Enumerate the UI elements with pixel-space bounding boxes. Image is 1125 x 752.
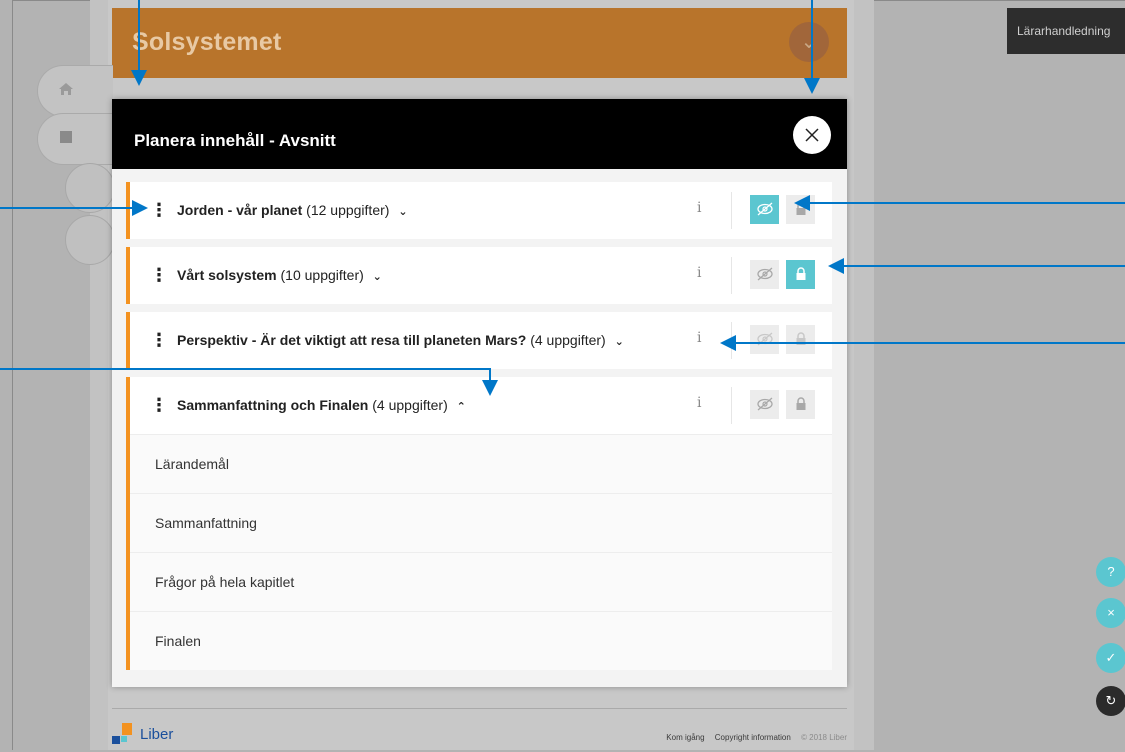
- chevron-up-icon[interactable]: ⌃: [457, 400, 466, 413]
- lock-icon: [796, 397, 805, 410]
- eye-slash-icon: [756, 332, 773, 346]
- close-button[interactable]: [793, 116, 831, 154]
- eye-slash-icon: [756, 202, 773, 216]
- section-count: (4 uppgifter): [530, 332, 606, 348]
- section-count: (4 uppgifter): [372, 397, 448, 413]
- hide-toggle-button[interactable]: [750, 325, 779, 354]
- section-item: ⋮ Perspektiv - Är det viktigt att resa t…: [126, 312, 832, 369]
- home-tab[interactable]: [37, 65, 113, 117]
- lock-icon: [796, 267, 805, 280]
- close-fab-button[interactable]: ×: [1096, 598, 1125, 628]
- section-count: (10 uppgifter): [280, 267, 364, 283]
- sub-item[interactable]: Lärandemål: [130, 434, 832, 493]
- chevron-down-icon[interactable]: ⌄: [398, 205, 407, 218]
- lock-toggle-button[interactable]: [786, 260, 815, 289]
- eye-slash-icon: [756, 397, 773, 411]
- help-button[interactable]: ?: [1096, 557, 1125, 587]
- book-header: Solsystemet ⌄: [112, 8, 847, 78]
- footer: Liber Kom igång Copyright information © …: [112, 708, 847, 751]
- side-circle-button[interactable]: [65, 163, 115, 213]
- chevron-down-icon[interactable]: ⌄: [615, 335, 624, 348]
- book-tab[interactable]: [37, 113, 113, 165]
- sub-item[interactable]: Finalen: [130, 611, 832, 670]
- copyright-text: © 2018 Liber: [801, 733, 847, 742]
- info-icon[interactable]: i: [697, 395, 701, 411]
- section-title: Vårt solsystem: [177, 267, 277, 283]
- section-item: ⋮ Sammanfattning och Finalen (4 uppgifte…: [126, 377, 832, 670]
- close-icon: [805, 128, 819, 142]
- info-icon[interactable]: i: [697, 265, 701, 281]
- info-icon[interactable]: i: [697, 330, 701, 346]
- section-title: Jorden - vår planet: [177, 202, 303, 218]
- teacher-guide-button[interactable]: Lärarhandledning: [1007, 8, 1125, 54]
- lock-icon: [796, 202, 805, 215]
- sub-item[interactable]: Sammanfattning: [130, 493, 832, 552]
- footer-link-getting-started[interactable]: Kom igång: [666, 733, 704, 742]
- section-title: Perspektiv - Är det viktigt att resa til…: [177, 332, 527, 348]
- eye-slash-icon: [756, 267, 773, 281]
- plan-content-modal: Planera innehåll - Avsnitt ⋮ Jorden - vå…: [112, 99, 847, 687]
- section-title: Sammanfattning och Finalen: [177, 397, 369, 413]
- chevron-down-icon[interactable]: ⌄: [373, 270, 382, 283]
- section-count: (12 uppgifter): [306, 202, 390, 218]
- book-icon: [58, 129, 76, 147]
- chevron-down-icon[interactable]: ⌄: [789, 22, 829, 62]
- footer-links: Kom igång Copyright information © 2018 L…: [658, 733, 847, 742]
- lock-toggle-button[interactable]: [786, 195, 815, 224]
- drag-handle-icon[interactable]: ⋮: [150, 395, 168, 415]
- info-icon[interactable]: i: [697, 200, 701, 216]
- drag-handle-icon[interactable]: ⋮: [150, 265, 168, 285]
- drag-handle-icon[interactable]: ⋮: [150, 330, 168, 350]
- refresh-button[interactable]: ↻: [1096, 686, 1125, 716]
- brand-name: Liber: [140, 726, 174, 743]
- lock-icon: [796, 332, 805, 345]
- lock-toggle-button[interactable]: [786, 325, 815, 354]
- confirm-button[interactable]: ✓: [1096, 643, 1125, 673]
- hide-toggle-button[interactable]: [750, 390, 779, 419]
- book-title: Solsystemet: [132, 28, 282, 56]
- footer-link-copyright[interactable]: Copyright information: [715, 733, 791, 742]
- modal-title: Planera innehåll - Avsnitt: [134, 131, 336, 150]
- section-item: ⋮ Vårt solsystem (10 uppgifter) ⌄ i: [126, 247, 832, 304]
- home-icon: [58, 81, 76, 99]
- hide-toggle-button[interactable]: [750, 195, 779, 224]
- modal-header: Planera innehåll - Avsnitt: [112, 99, 847, 169]
- drag-handle-icon[interactable]: ⋮: [150, 200, 168, 220]
- hide-toggle-button[interactable]: [750, 260, 779, 289]
- sub-item[interactable]: Frågor på hela kapitlet: [130, 552, 832, 611]
- section-item: ⋮ Jorden - vår planet (12 uppgifter) ⌄ i: [126, 182, 832, 239]
- lock-toggle-button[interactable]: [786, 390, 815, 419]
- side-circle-button[interactable]: [65, 215, 115, 265]
